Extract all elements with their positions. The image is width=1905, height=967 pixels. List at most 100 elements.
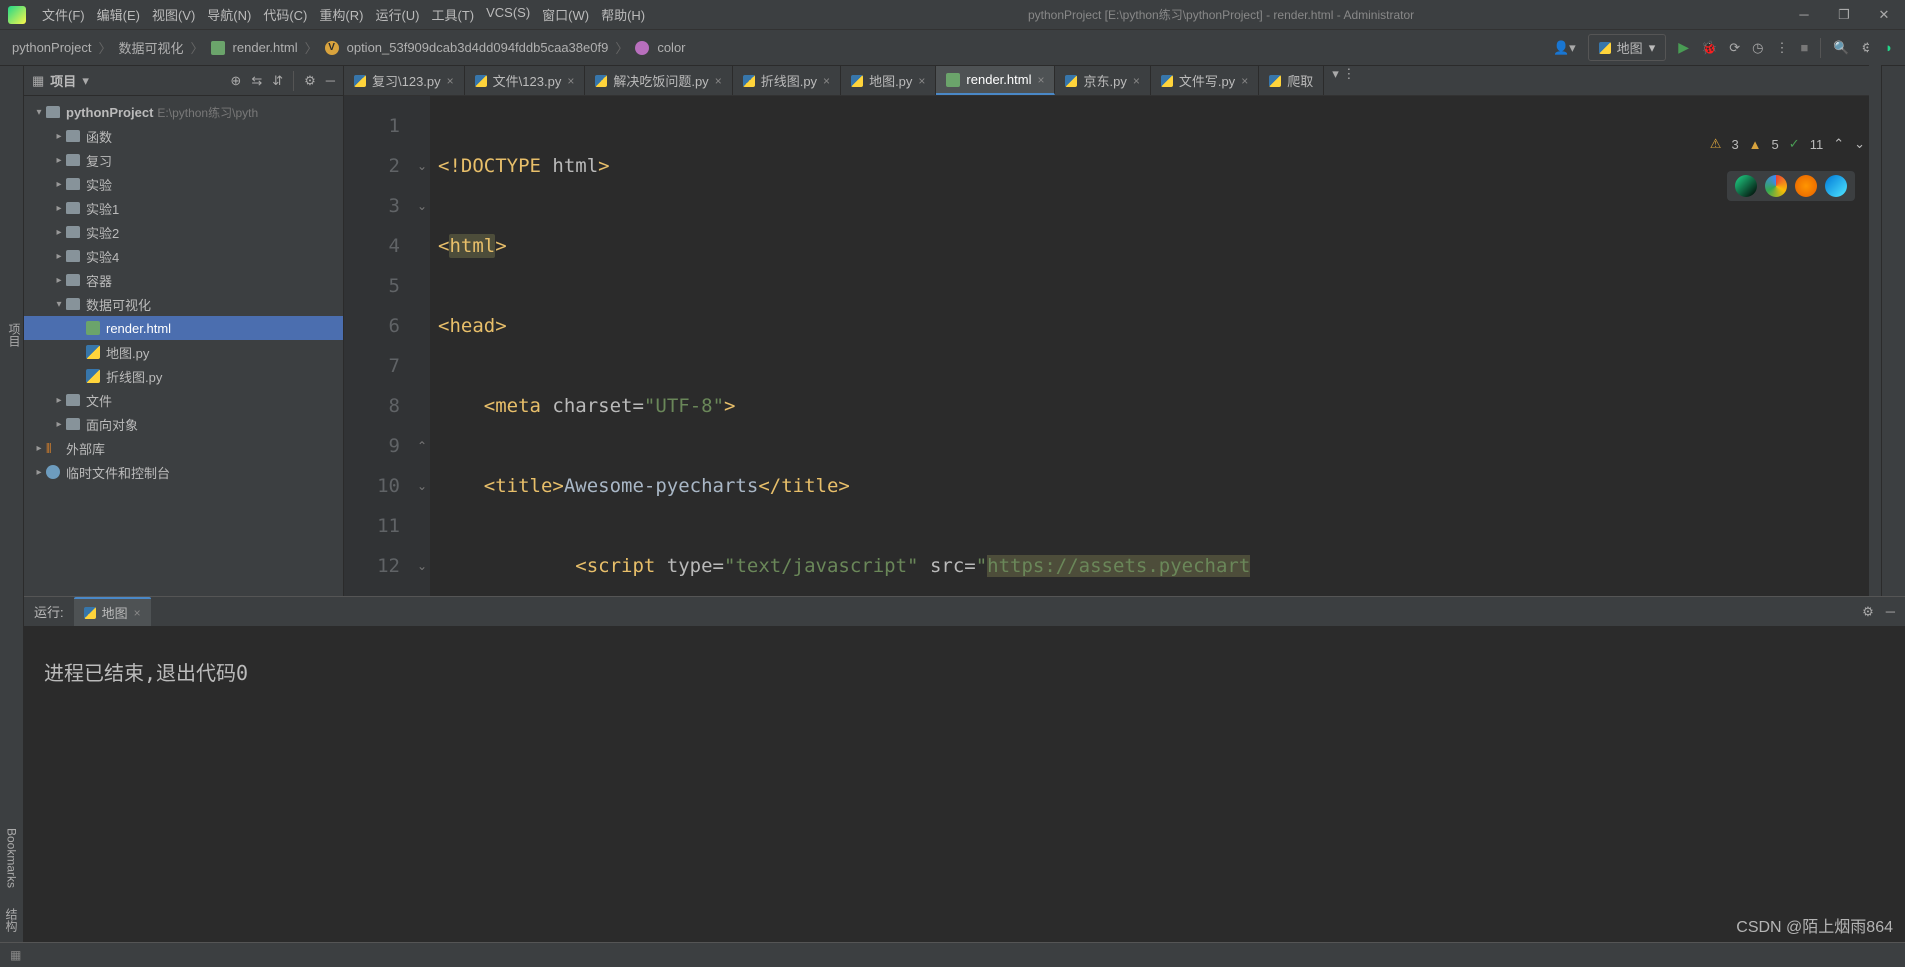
menu-run[interactable]: 运行(U) — [369, 5, 425, 24]
inspections-widget[interactable]: ⚠3 ▲5 ✓11 ⌃ ⌄ — [1710, 136, 1865, 152]
tree-folder[interactable]: ▸实验4 — [24, 244, 343, 268]
tree-folder-open[interactable]: ▾数据可视化 — [24, 292, 343, 316]
menu-tools[interactable]: 工具(T) — [425, 5, 480, 24]
tree-folder[interactable]: ▸实验2 — [24, 220, 343, 244]
right-tool-stripe[interactable] — [1881, 66, 1905, 596]
bc-var[interactable]: option_53f909dcab3d4dd094fddb5caa38e0f9 — [347, 40, 609, 55]
bc-folder[interactable]: 数据可视化 — [119, 38, 184, 57]
profile-button[interactable]: ◷ — [1752, 40, 1763, 56]
fold-icon[interactable]: ⌃ — [414, 426, 430, 466]
menu-edit[interactable]: 编辑(E) — [91, 5, 146, 24]
tree-folder[interactable]: ▸容器 — [24, 268, 343, 292]
ide-features-icon[interactable]: ◗ — [1885, 40, 1893, 55]
close-icon[interactable]: × — [918, 74, 925, 88]
collapse-icon[interactable]: ⇵ — [272, 73, 283, 89]
menu-help[interactable]: 帮助(H) — [595, 5, 651, 24]
edge-icon[interactable] — [1825, 175, 1847, 197]
left-tool-stripe[interactable]: 项目 — [0, 66, 24, 596]
project-title: 项目 — [50, 71, 76, 90]
tree-scratches[interactable]: ▸临时文件和控制台 — [24, 460, 343, 484]
hide-icon[interactable]: ─ — [1886, 604, 1895, 620]
bc-prop[interactable]: color — [657, 40, 685, 55]
tree-folder[interactable]: ▸函数 — [24, 124, 343, 148]
fold-icon[interactable]: ⌄ — [414, 186, 430, 226]
stop-button[interactable]: ■ — [1800, 40, 1808, 55]
chevron-up-icon[interactable]: ⌃ — [1833, 136, 1844, 152]
tree-file[interactable]: 地图.py — [24, 340, 343, 364]
tab[interactable]: 解决吃饭问题.py× — [585, 66, 732, 95]
menu-vcs[interactable]: VCS(S) — [480, 5, 536, 24]
library-icon: ⫴ — [46, 441, 60, 455]
tree-folder[interactable]: ▸面向对象 — [24, 412, 343, 436]
python-icon — [1065, 75, 1077, 87]
tab[interactable]: 文件\123.py× — [465, 66, 586, 95]
close-icon[interactable]: × — [1037, 73, 1044, 87]
tree-root[interactable]: ▾ pythonProject E:\python练习\pyth — [24, 100, 343, 124]
code-content[interactable]: <!DOCTYPE html> <html> <head> <meta char… — [430, 96, 1905, 596]
menu-file[interactable]: 文件(F) — [36, 5, 91, 24]
chrome-icon[interactable] — [1765, 175, 1787, 197]
property-icon — [635, 41, 649, 55]
left-bottom-stripe[interactable]: Bookmarks 结构 — [0, 596, 24, 942]
code-area[interactable]: 12345678910111213 ⌄ ⌄ ⌃ ⌄ ⌄ <!DOCTYPE ht… — [344, 96, 1905, 596]
chevron-down-icon[interactable]: ⌄ — [1854, 136, 1865, 152]
tab[interactable]: 折线图.py× — [733, 66, 841, 95]
fold-icon[interactable]: ⌄ — [414, 466, 430, 506]
firefox-icon[interactable] — [1795, 175, 1817, 197]
tool-windows-icon[interactable]: ▦ — [10, 948, 21, 962]
bc-project[interactable]: pythonProject — [12, 40, 92, 55]
run-tool-window: 运行: 地图 × ⚙ ─ 进程已结束,退出代码0 — [24, 596, 1905, 942]
pycharm-icon[interactable] — [1735, 175, 1757, 197]
expand-icon[interactable]: ⇆ — [251, 73, 262, 89]
python-icon — [1599, 42, 1611, 54]
locate-icon[interactable]: ⊕ — [230, 73, 241, 89]
maximize-button[interactable]: ❐ — [1831, 5, 1857, 25]
error-icon: ▲ — [1749, 137, 1762, 152]
menu-view[interactable]: 视图(V) — [146, 5, 201, 24]
gear-icon[interactable]: ⚙ — [1862, 604, 1874, 620]
debug-button[interactable]: 🐞 — [1701, 40, 1717, 56]
run-button[interactable]: ▶ — [1678, 39, 1689, 56]
more-run-button[interactable]: ⋮ — [1775, 40, 1788, 56]
tree-folder[interactable]: ▸实验1 — [24, 196, 343, 220]
close-icon[interactable]: × — [567, 74, 574, 88]
menu-refactor[interactable]: 重构(R) — [313, 5, 369, 24]
tree-folder[interactable]: ▸复习 — [24, 148, 343, 172]
run-config-selector[interactable]: 地图 ▾ — [1588, 34, 1667, 61]
close-icon[interactable]: × — [823, 74, 830, 88]
close-icon[interactable]: × — [1133, 74, 1140, 88]
run-coverage-button[interactable]: ⟳ — [1729, 40, 1740, 56]
tab-active[interactable]: render.html× — [936, 66, 1055, 95]
minimize-button[interactable]: ─ — [1791, 5, 1817, 25]
user-icon[interactable]: 👤▾ — [1553, 40, 1576, 56]
fold-icon[interactable]: ⌄ — [414, 546, 430, 586]
gear-icon[interactable]: ⚙ — [304, 73, 316, 89]
tab[interactable]: 复习\123.py× — [344, 66, 465, 95]
tab-overflow[interactable]: ▾ ⋮ — [1324, 66, 1363, 95]
close-icon[interactable]: × — [447, 74, 454, 88]
tab[interactable]: 京东.py× — [1055, 66, 1150, 95]
html-icon — [946, 73, 960, 87]
search-icon[interactable]: 🔍 — [1833, 40, 1849, 56]
tree-folder[interactable]: ▸实验 — [24, 172, 343, 196]
python-icon — [354, 75, 366, 87]
menu-code[interactable]: 代码(C) — [257, 5, 313, 24]
chevron-down-icon[interactable]: ▾ — [82, 73, 89, 89]
fold-icon[interactable]: ⌄ — [414, 146, 430, 186]
tree-file[interactable]: 折线图.py — [24, 364, 343, 388]
tab[interactable]: 地图.py× — [841, 66, 936, 95]
tree-folder[interactable]: ▸文件 — [24, 388, 343, 412]
close-icon[interactable]: × — [715, 74, 722, 88]
menu-window[interactable]: 窗口(W) — [536, 5, 595, 24]
close-icon[interactable]: × — [134, 606, 141, 620]
hide-icon[interactable]: ─ — [326, 73, 335, 88]
tree-file-selected[interactable]: render.html — [24, 316, 343, 340]
close-button[interactable]: ✕ — [1871, 5, 1897, 25]
menu-navigate[interactable]: 导航(N) — [201, 5, 257, 24]
close-icon[interactable]: × — [1241, 74, 1248, 88]
tab[interactable]: 文件写.py× — [1151, 66, 1259, 95]
run-tab[interactable]: 地图 × — [74, 597, 151, 626]
bc-file[interactable]: render.html — [233, 40, 298, 55]
tree-external-libs[interactable]: ▸⫴外部库 — [24, 436, 343, 460]
tab[interactable]: 爬取 — [1259, 66, 1324, 95]
